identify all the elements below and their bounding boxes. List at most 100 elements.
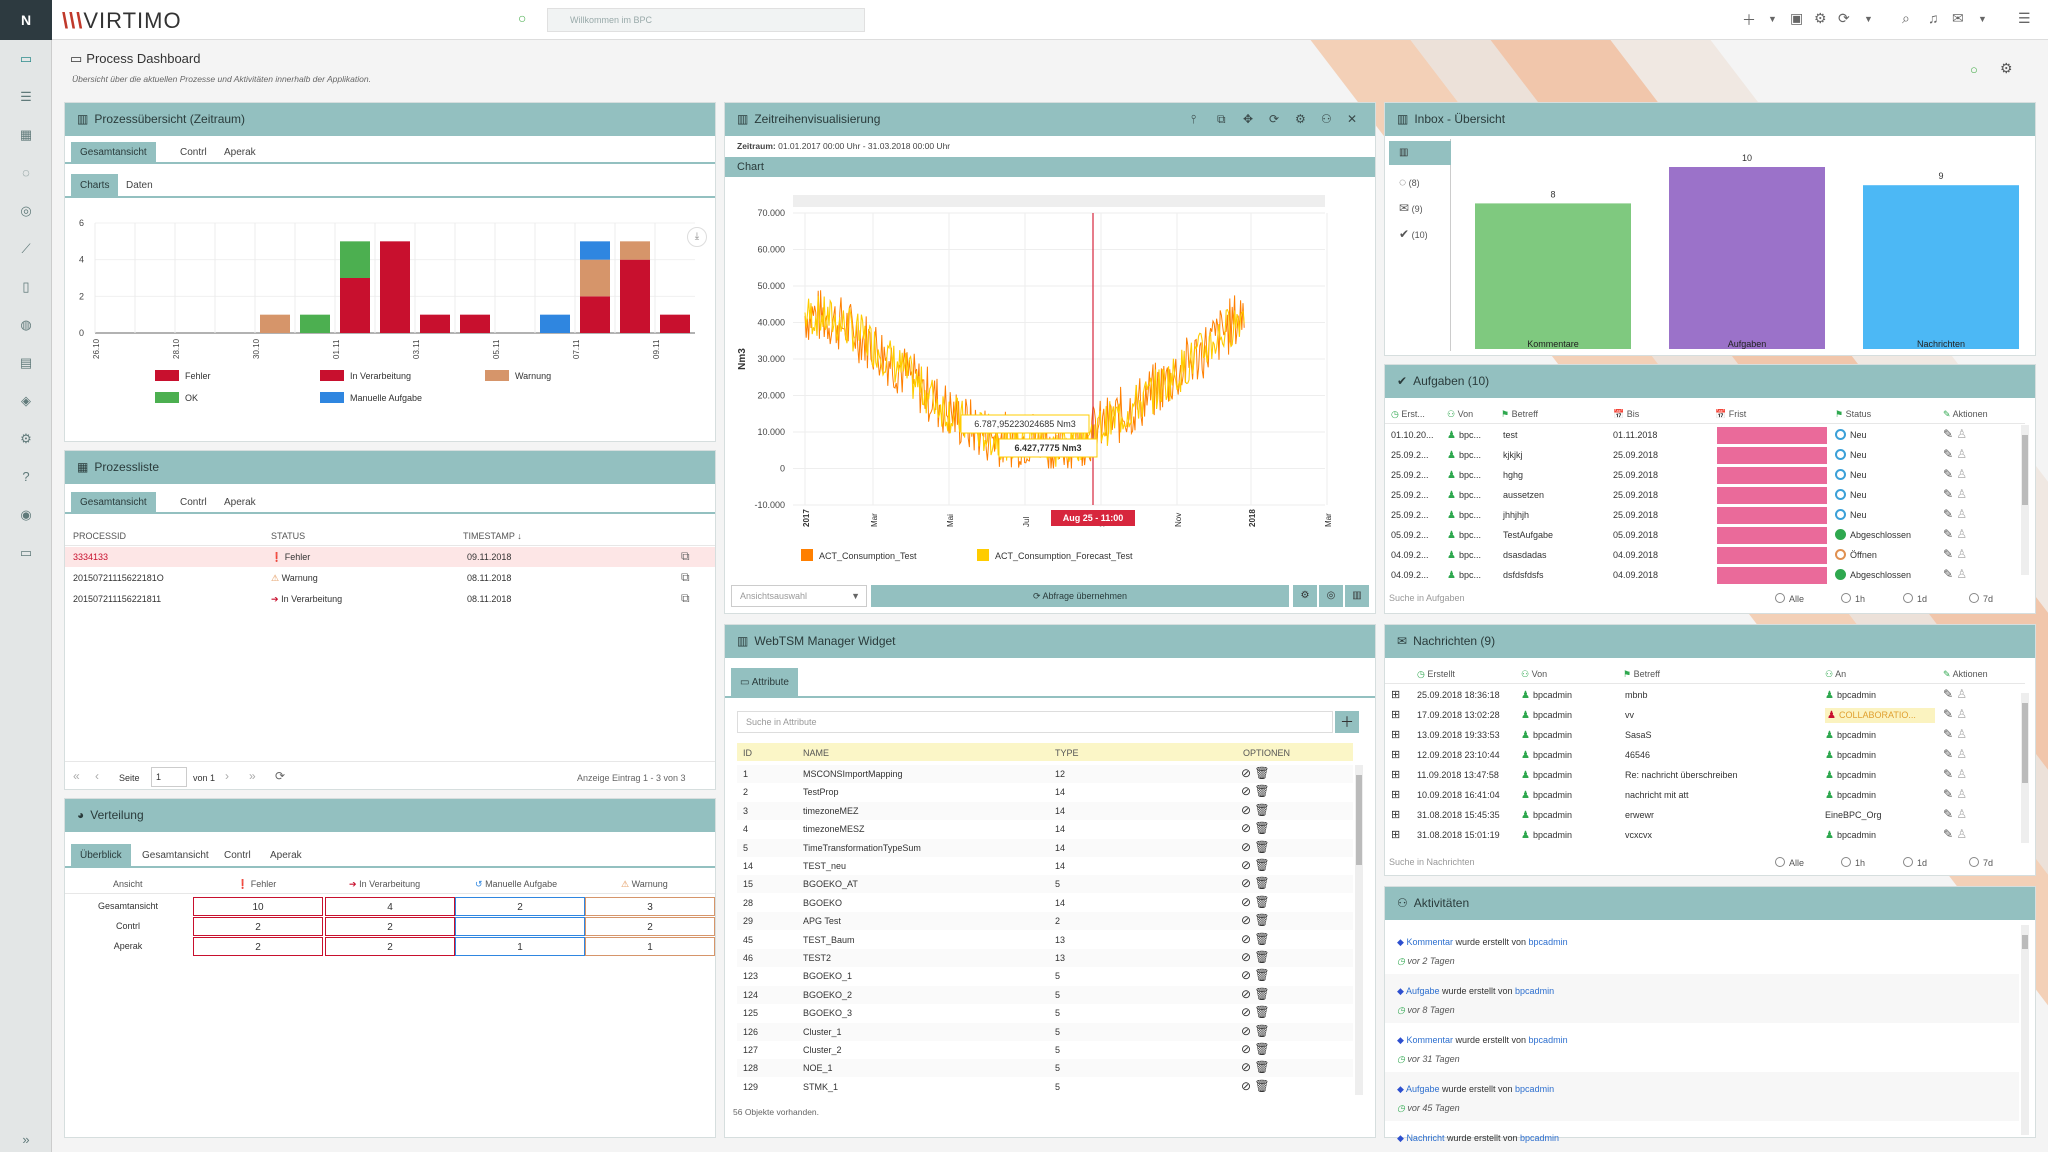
eye-slash-icon[interactable]: ⊘ [1241,987,1251,1001]
chart-data-button[interactable]: ◎ [1319,585,1343,607]
tab-charts[interactable]: Charts [71,174,119,198]
trash-icon[interactable]: 🗑 [1254,876,1269,890]
sidebar-item-shield[interactable]: ◈ [14,391,38,411]
bar-manuelle-aufgabe[interactable] [580,241,610,260]
user-icon[interactable]: ♙ [1956,727,1967,741]
eye-slash-icon[interactable]: ⊘ [1241,950,1251,964]
menu-icon[interactable]: ☰ [2018,10,2031,27]
distribution-cell[interactable]: 1 [585,937,715,956]
scrollbar[interactable] [1355,765,1363,1095]
activity-title[interactable]: ◆ Nachricht wurde erstellt von bpcadmin [1397,1133,1559,1144]
legend-label[interactable]: Fehler [185,371,211,381]
sidebar-item-card[interactable]: ▭ [14,543,38,563]
save-icon[interactable]: ▣ [1790,10,1803,27]
bar-manuelle-aufgabe[interactable] [540,314,570,333]
user-icon[interactable]: ♙ [1956,507,1967,521]
edit-icon[interactable]: ✎ [1943,527,1953,541]
bar-in-verarbeitung[interactable] [340,278,370,333]
trash-icon[interactable]: 🗑 [1254,1060,1269,1074]
eye-slash-icon[interactable]: ⊘ [1241,1024,1251,1038]
filter-7d[interactable]: 7d [1969,593,1993,604]
activity-title[interactable]: ◆ Kommentar wurde erstellt von bpcadmin [1397,1035,1568,1046]
user-icon[interactable]: ♙ [1956,427,1967,441]
bar-in-verarbeitung[interactable] [460,314,490,333]
refresh-icon[interactable]: ⟳ [1838,10,1850,27]
bar-in-verarbeitung[interactable] [420,314,450,333]
edit-icon[interactable]: ✎ [1943,487,1953,501]
edit-icon[interactable]: ✎ [1943,687,1953,701]
bar-warnung[interactable] [620,241,650,260]
range-slider[interactable] [793,195,1325,207]
eye-slash-icon[interactable]: ⊘ [1241,1005,1251,1019]
tab-gesamtansicht[interactable]: Gesamtansicht [71,142,156,164]
distribution-cell[interactable]: 2 [455,897,585,916]
bell-icon[interactable]: ♫ [1928,10,1939,26]
bar-in-verarbeitung[interactable] [380,241,410,333]
tab-daten[interactable]: Daten [117,174,162,198]
tasks-search-input[interactable]: Suche in Aufgaben [1389,593,1465,603]
user-icon[interactable]: ♙ [1956,807,1967,821]
legend-label[interactable]: ACT_Consumption_Forecast_Test [995,551,1133,561]
bar-ok[interactable] [300,314,330,333]
sidebar-item-book[interactable]: ▤ [14,353,38,373]
column-header[interactable]: 📅 Frist [1715,409,1746,420]
column-header-processid[interactable]: PROCESSID [73,531,126,541]
sidebar-item-help[interactable]: ? [14,467,38,487]
sidebar-item-dashboard[interactable]: ▭ [14,49,38,69]
activity-title[interactable]: ◆ Aufgabe wurde erstellt von bpcadmin [1397,1084,1554,1095]
chat-icon[interactable]: ✉ [1952,10,1964,27]
scrollbar[interactable] [2021,425,2029,575]
user-icon[interactable]: ♙ [1956,567,1967,581]
close-icon[interactable]: ✕ [1347,103,1357,136]
column-header-name[interactable]: NAME [803,748,829,758]
page-number-input[interactable]: 1 [151,767,187,787]
attribute-search-input[interactable]: Suche in Attribute [737,711,1333,733]
trash-icon[interactable]: 🗑 [1254,821,1269,835]
sidebar-item-list[interactable]: ☰ [14,87,38,107]
edit-icon[interactable]: ✎ [1943,507,1953,521]
chart-view-tab[interactable]: ▥ [1389,141,1451,165]
chevron-down-icon[interactable]: ▼ [1768,14,1777,24]
edit-icon[interactable]: ✎ [1943,727,1953,741]
open-external-icon[interactable]: ⧉ [681,591,690,606]
app-logo[interactable]: N [0,0,52,40]
plus-icon[interactable]: ＋ [1742,10,1756,30]
sidebar-item-database[interactable]: ◎ [14,201,38,221]
eye-slash-icon[interactable]: ⊘ [1241,821,1251,835]
column-header[interactable]: ◷ Erstellt [1417,669,1455,680]
bar-in-verarbeitung[interactable] [580,296,610,333]
distribution-cell[interactable]: 1 [455,937,585,956]
sidebar-expand[interactable]: » [14,1130,38,1150]
open-external-icon[interactable]: ⧉ [681,549,690,564]
eye-slash-icon[interactable]: ⊘ [1241,876,1251,890]
column-header[interactable]: ⚇ Von [1447,409,1473,420]
user-icon[interactable]: ♙ [1956,467,1967,481]
filter-1h[interactable]: 1h [1841,593,1865,604]
trash-icon[interactable]: 🗑 [1254,895,1269,909]
apply-query-button[interactable]: ⟳ Abfrage übernehmen [871,585,1289,607]
welcome-search-input[interactable]: Willkommen im BPC [547,8,865,32]
bar-nachrichten[interactable] [1863,185,2019,349]
tasks-count[interactable]: ✔ (10) [1399,227,1428,241]
chart-type-button[interactable]: ▥ [1345,585,1369,607]
gear-icon[interactable]: ⚙ [2000,60,2013,77]
column-header-type[interactable]: TYPE [1055,748,1079,758]
legend-label[interactable]: OK [185,393,198,403]
bar-aufgaben[interactable] [1669,167,1825,349]
add-attribute-button[interactable]: ＋ [1335,711,1359,733]
sidebar-item-chat[interactable]: ◌ [14,163,38,183]
tab-contrl[interactable]: Contrl [171,142,216,164]
trash-icon[interactable]: 🗑 [1254,840,1269,854]
trash-icon[interactable]: 🗑 [1254,803,1269,817]
scrollbar[interactable] [2021,693,2029,843]
edit-icon[interactable]: ✎ [1943,827,1953,841]
tab-gesamtansicht[interactable]: Gesamtansicht [133,844,218,868]
tab-contrl[interactable]: Contrl [215,844,260,868]
eye-slash-icon[interactable]: ⊘ [1241,1060,1251,1074]
legend-label[interactable]: Warnung [515,371,551,381]
edit-icon[interactable]: ✎ [1943,467,1953,481]
trash-icon[interactable]: 🗑 [1254,950,1269,964]
eye-slash-icon[interactable]: ⊘ [1241,932,1251,946]
open-external-icon[interactable]: ⧉ [681,570,690,585]
legend-label[interactable]: ACT_Consumption_Test [819,551,917,561]
